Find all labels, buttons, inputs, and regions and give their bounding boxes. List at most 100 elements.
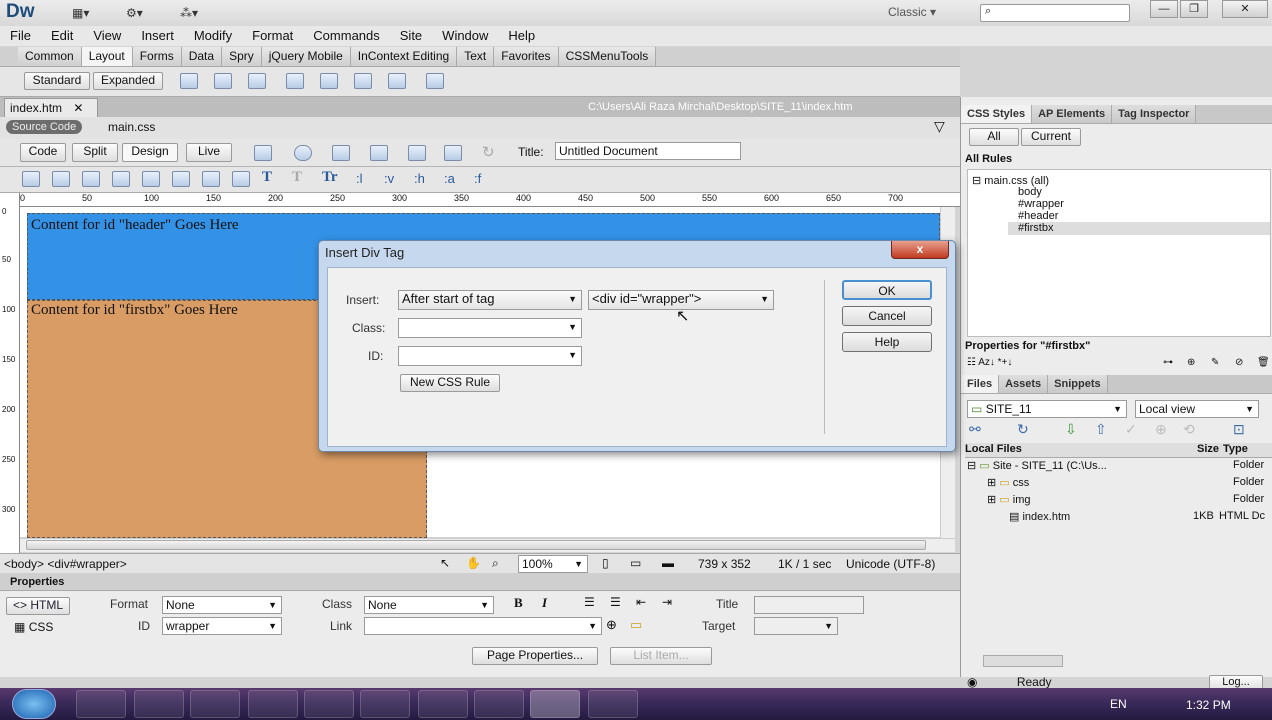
site-manager-icon[interactable]: ⁂▾ — [180, 6, 198, 20]
tab-ap-elements[interactable]: AP Elements — [1032, 105, 1113, 123]
maximize-button[interactable]: ❐ — [1180, 0, 1208, 18]
live-view-button[interactable]: Live — [186, 143, 232, 162]
id-select[interactable]: wrapper ▼ — [162, 617, 282, 635]
render-print-icon[interactable] — [52, 171, 70, 187]
rule-wrapper[interactable]: #wrapper — [1018, 198, 1064, 210]
insert-div-icon[interactable] — [180, 73, 198, 89]
connect-icon[interactable]: ⚯ — [969, 421, 981, 437]
tab-forms[interactable]: Forms — [132, 47, 182, 66]
tab-incontext-editing[interactable]: InContext Editing — [350, 47, 458, 66]
menu-help[interactable]: Help — [498, 26, 545, 46]
text-t2-icon[interactable]: T — [292, 169, 302, 186]
zoom-select[interactable]: 100% ▼ — [518, 555, 588, 573]
attach-stylesheet-icon[interactable]: ⊶ — [1163, 357, 1173, 368]
menu-format[interactable]: Format — [242, 26, 303, 46]
check-page-icon[interactable] — [408, 145, 426, 161]
file-row[interactable]: ⊞ ▭ img Folder — [987, 493, 1272, 509]
tab-css-styles[interactable]: CSS Styles — [961, 105, 1033, 123]
list-item-button[interactable]: List Item... — [610, 647, 712, 665]
tab-jquery-mobile[interactable]: jQuery Mobile — [261, 47, 351, 66]
point-to-file-icon[interactable]: ⊕ — [606, 617, 617, 633]
tag-selector[interactable]: <body> <div#wrapper> — [4, 557, 127, 571]
css-styles-toggle-icon[interactable] — [202, 171, 220, 187]
select-tool-icon[interactable]: ↖ — [440, 556, 450, 570]
refresh-icon[interactable]: ↻ — [482, 143, 495, 161]
workspace-switcher[interactable]: Classic ▾ — [888, 5, 936, 19]
alpha-view-icon[interactable]: Az↓ — [978, 357, 995, 368]
refresh-icon[interactable]: ↻ — [1017, 421, 1029, 438]
class-combobox[interactable]: ▼ — [398, 318, 582, 338]
current-button[interactable]: Current — [1021, 128, 1081, 146]
taskbar-app-icon[interactable] — [248, 690, 298, 718]
tab-spry[interactable]: Spry — [222, 47, 262, 66]
gear-icon[interactable]: ⚙▾ — [126, 6, 143, 20]
view-select[interactable]: Local view ▼ — [1135, 400, 1259, 418]
menu-commands[interactable]: Commands — [303, 26, 389, 46]
search-input[interactable]: ⌕ — [980, 4, 1130, 22]
insert-table-icon[interactable] — [248, 73, 266, 89]
format-select[interactable]: None ▼ — [162, 596, 282, 614]
taskbar-pdf-icon[interactable] — [360, 690, 410, 718]
visual-aids-icon[interactable] — [370, 145, 388, 161]
new-rule-icon[interactable]: ⊕ — [1187, 357, 1195, 368]
menu-window[interactable]: Window — [432, 26, 498, 46]
taskbar-ie-icon[interactable] — [76, 690, 126, 718]
taskbar-dreamweaver-icon[interactable] — [530, 690, 580, 718]
set-properties-icon[interactable]: *+↓ — [998, 357, 1013, 368]
tab-data[interactable]: Data — [181, 47, 223, 66]
col-size[interactable]: Size — [1197, 443, 1219, 455]
taskbar-app-icon[interactable] — [304, 690, 354, 718]
iframe-icon[interactable] — [426, 73, 444, 89]
desktop-size-icon[interactable]: ▬ — [662, 556, 674, 570]
insert-position-select[interactable]: After start of tag ▼ — [398, 290, 582, 310]
multiscreen-icon[interactable] — [254, 145, 272, 161]
code-view-button[interactable]: Code — [20, 143, 66, 162]
menu-view[interactable]: View — [83, 26, 131, 46]
source-code-button[interactable]: Source Code — [6, 120, 83, 134]
layout-menu-icon[interactable]: ▦▾ — [72, 6, 89, 20]
unordered-list-icon[interactable]: ☰ — [584, 595, 595, 609]
menu-edit[interactable]: Edit — [41, 26, 83, 46]
ordered-list-icon[interactable]: ☰ — [610, 595, 621, 609]
tab-text[interactable]: Text — [457, 47, 495, 66]
minimize-button[interactable]: — — [1150, 0, 1178, 18]
hand-tool-icon[interactable]: ✋ — [466, 556, 481, 570]
indent-icon[interactable]: ⇥ — [662, 595, 672, 609]
close-button[interactable]: ✕ — [1222, 0, 1268, 18]
site-select[interactable]: ▭ SITE_11 ▼ — [967, 400, 1127, 418]
pseudo-hover-button[interactable]: :h — [414, 171, 425, 186]
page-properties-button[interactable]: Page Properties... — [472, 647, 598, 665]
dialog-close-button[interactable]: x — [891, 241, 949, 259]
pseudo-focus-button[interactable]: :f — [474, 171, 481, 186]
rule-body[interactable]: body — [1018, 186, 1042, 198]
id-combobox[interactable]: ▼ — [398, 346, 582, 366]
tab-tag-inspector[interactable]: Tag Inspector — [1112, 105, 1197, 123]
pseudo-active-button[interactable]: :a — [444, 171, 455, 186]
category-view-icon[interactable]: ☷ — [967, 357, 976, 368]
rule-header[interactable]: #header — [1018, 210, 1058, 222]
related-file-main-css[interactable]: main.css — [108, 120, 155, 134]
spry-menu-icon[interactable] — [286, 73, 304, 89]
render-screen-icon[interactable] — [22, 171, 40, 187]
taskbar-app-icon[interactable] — [190, 690, 240, 718]
expanded-mode-button[interactable]: Expanded — [93, 72, 163, 90]
tablet-size-icon[interactable]: ▭ — [630, 556, 641, 570]
menu-site[interactable]: Site — [390, 26, 432, 46]
split-view-button[interactable]: Split — [72, 143, 118, 162]
menu-file[interactable]: File — [0, 26, 41, 46]
insert-ap-div-icon[interactable] — [214, 73, 232, 89]
start-button[interactable] — [12, 689, 56, 719]
render-projection-icon[interactable] — [112, 171, 130, 187]
design-view-button[interactable]: Design — [122, 143, 178, 162]
edit-rule-icon[interactable]: ✎ — [1211, 357, 1219, 368]
link-input[interactable]: ▼ — [364, 617, 602, 635]
col-type[interactable]: Type — [1223, 443, 1248, 455]
class-select[interactable]: None ▼ — [364, 596, 494, 614]
target-select[interactable]: ▼ — [754, 617, 838, 635]
mobile-size-icon[interactable]: ▯ — [602, 556, 609, 570]
taskbar-app-icon[interactable] — [418, 690, 468, 718]
expand-icon[interactable]: ⊡ — [1233, 421, 1245, 438]
render-handheld-icon[interactable] — [82, 171, 100, 187]
outdent-icon[interactable]: ⇤ — [636, 595, 646, 609]
taskbar-explorer-icon[interactable] — [134, 690, 184, 718]
